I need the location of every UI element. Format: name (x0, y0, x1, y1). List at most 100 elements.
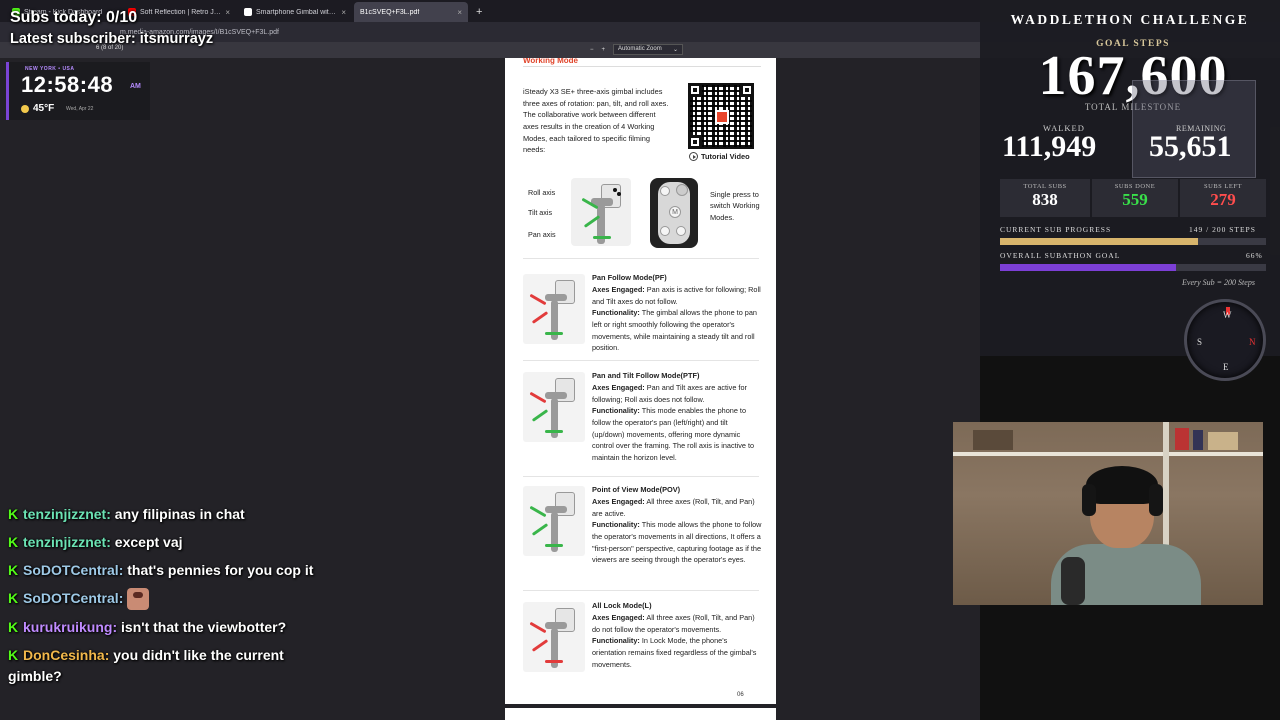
person-hair (1086, 466, 1158, 504)
mode-text: Pan Follow Mode(PF) Axes Engaged: Pan ax… (592, 272, 762, 354)
amazon-favicon (244, 8, 252, 16)
close-tab-icon[interactable]: × (225, 8, 230, 17)
qr-code-icon (688, 83, 754, 149)
clock-widget: NEW YORK • USA 12:58:48 AM 45°F Wed, Apr… (6, 62, 150, 120)
divider (523, 360, 759, 361)
subs-left-value: 279 (1210, 190, 1236, 209)
chat-username: DonCesinha (23, 647, 105, 664)
chat-text: isn't that the viewbotter? (121, 619, 287, 636)
mode-text: Pan and Tilt Follow Mode(PTF) Axes Engag… (592, 370, 762, 464)
gimbal-thumbnail (523, 274, 585, 344)
chat-message: K DonCesinha: you didn't like the current… (8, 645, 338, 687)
close-tab-icon[interactable]: × (341, 8, 346, 17)
current-progress-text: 149 / 200 STEPS (1189, 225, 1256, 234)
compass-west: S (1197, 337, 1203, 347)
kick-badge-icon: K (8, 534, 19, 550)
gimbal-handle-remote: M (650, 178, 698, 248)
remote-button (676, 226, 686, 236)
axis-arrow (545, 332, 563, 335)
divider (523, 476, 759, 477)
qr-finder (688, 83, 702, 97)
clock-time: 12:58:48 (21, 72, 114, 97)
close-tab-icon[interactable]: × (457, 8, 462, 17)
roll-axis-label: Roll axis (528, 188, 556, 197)
axes-row: Axes Engaged: All three axes (Roll, Tilt… (592, 612, 762, 635)
new-tab-button[interactable]: + (470, 2, 488, 22)
divider (523, 590, 759, 591)
sun-icon (21, 105, 29, 113)
screen: Stream - Kick Dashboard × Soft Reflectio… (0, 0, 1280, 720)
axis-arrow (529, 621, 547, 634)
kick-badge-icon: K (8, 619, 19, 636)
book (1175, 428, 1189, 450)
axis-arrow (531, 311, 549, 324)
chat-text: except vaj (114, 534, 183, 550)
axis-arrow (593, 236, 611, 239)
chat-message: K SoDOTCentral: (8, 588, 338, 611)
compass-east: N (1249, 337, 1256, 347)
overall-goal-label: OVERALL SUBATHON GOAL (1000, 251, 1121, 260)
axis-arrow (545, 544, 563, 547)
progress-fill (1000, 264, 1176, 271)
chat-separator: : (118, 590, 124, 606)
chat-separator: : (104, 647, 110, 664)
challenge-title: WADDLETHON CHALLENGE (1010, 12, 1250, 27)
mode-name: Point of View Mode(POV) (592, 485, 681, 494)
box (1208, 432, 1238, 450)
axis-arrow (531, 639, 549, 652)
headset-icon (1082, 484, 1096, 516)
shelf (953, 452, 1263, 456)
axes-row: Axes Engaged: All three axes (Roll, Tilt… (592, 496, 762, 519)
chevron-down-icon: ⌄ (673, 47, 679, 53)
zoom-in-button[interactable]: + (602, 47, 606, 53)
tab-pdf[interactable]: B1cSVEQ+F3L.pdf × (354, 2, 468, 22)
tab-amazon-gimbal[interactable]: Smartphone Gimbal with Phone × (238, 2, 352, 22)
func-row: Functionality: In Lock Mode, the phone's… (592, 635, 762, 670)
subs-done-box: SUBS DONE 559 (1092, 179, 1178, 217)
joystick (676, 184, 688, 196)
webcam-feed (953, 422, 1263, 605)
total-subs-box: TOTAL SUBS 838 (1000, 179, 1090, 217)
kick-badge-icon: K (8, 562, 19, 578)
subs-today-counter: Subs today: 0/10 (10, 9, 138, 26)
camera-dot (613, 188, 617, 192)
mode-text: Point of View Mode(POV) Axes Engaged: Al… (592, 484, 762, 566)
temperature: 45°F (33, 103, 55, 114)
func-label: Functionality: (592, 636, 640, 646)
mode-button: M (669, 206, 681, 218)
qr-logo (715, 110, 729, 124)
mode-name: Pan Follow Mode(PF) (592, 273, 667, 282)
mode-name: All Lock Mode(L) (592, 601, 652, 610)
clock-ampm: AM (130, 83, 141, 90)
axes-label: Axes Engaged: (592, 284, 645, 294)
zoom-select[interactable]: Automatic Zoom ⌄ (613, 44, 684, 55)
latest-subscriber: Latest subscriber: itsmurrayz (10, 31, 214, 47)
single-press-note: Single press to switch Working Modes. (710, 190, 760, 222)
axes-row: Axes Engaged: Pan axis is active for fol… (592, 284, 762, 307)
kick-badge-icon: K (8, 590, 19, 606)
axis-arrow (529, 293, 547, 306)
total-subs-value: 838 (1032, 190, 1058, 209)
play-icon (689, 152, 698, 162)
chat-username: kurukruikung (23, 619, 113, 636)
zoom-controls: − + Automatic Zoom ⌄ (590, 44, 684, 55)
gimbal-thumbnail (523, 602, 585, 672)
chat-message: K SoDOTCentral: that's pennies for you co… (8, 560, 338, 581)
kick-badge-icon: K (8, 647, 19, 664)
headset-icon (1149, 484, 1163, 516)
divider (523, 66, 761, 67)
zoom-out-button[interactable]: − (590, 47, 594, 53)
chat-separator: : (106, 534, 111, 550)
chat-text: that's pennies for you cop it (127, 562, 314, 578)
func-label: Functionality: (592, 520, 640, 530)
chat-message: Kkurukruikung: isn't that the viewbotter… (8, 617, 338, 638)
chat-text: any filipinas in chat (114, 506, 245, 522)
tilt-axis-label: Tilt axis (528, 208, 553, 217)
divider (523, 258, 759, 259)
progress-fill (1000, 238, 1199, 245)
subs-done-value: 559 (1122, 190, 1148, 209)
tab-youtube[interactable]: Soft Reflection | Retro Jazz - YouTube × (122, 2, 236, 22)
func-row: Functionality: This mode enables the pho… (592, 405, 762, 463)
current-progress-label: CURRENT SUB PROGRESS (1000, 225, 1112, 234)
chat-username: tenzinjizznet (23, 506, 107, 522)
